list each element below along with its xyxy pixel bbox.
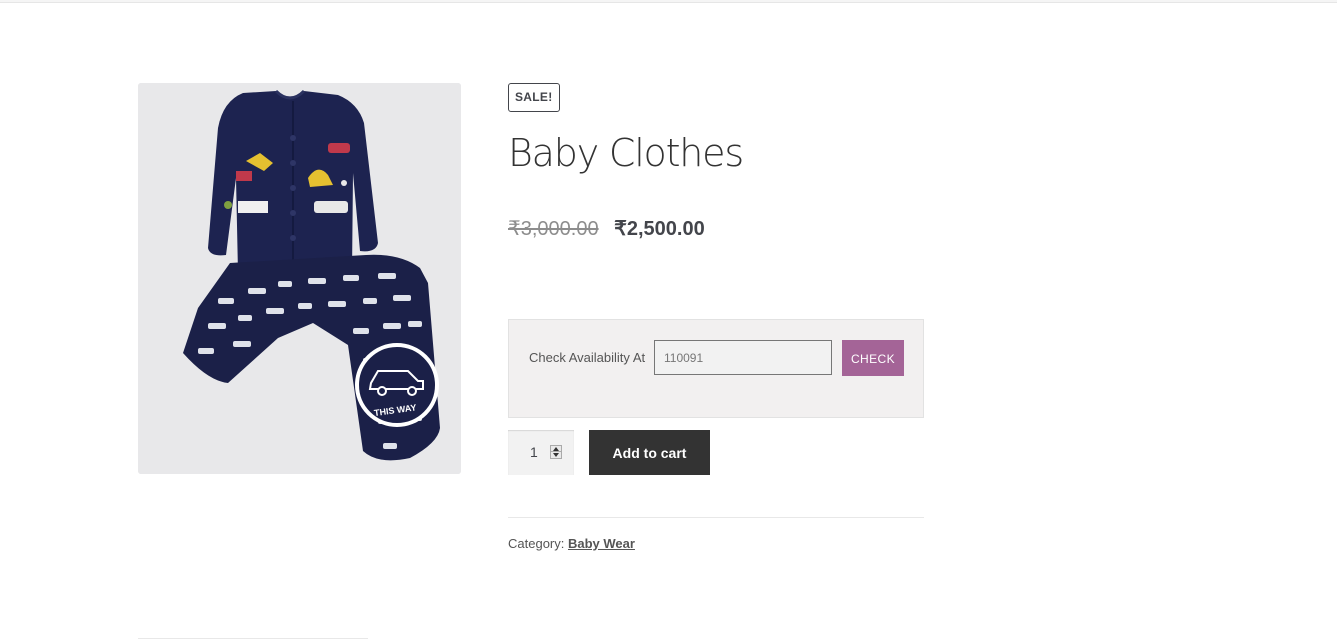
quantity-stepper[interactable]: 1 bbox=[508, 430, 574, 475]
category-label: Category: bbox=[508, 536, 565, 551]
product-image[interactable]: THIS WAY bbox=[138, 83, 461, 474]
spinner-down-icon[interactable] bbox=[553, 453, 559, 457]
product-meta: Category: Baby Wear bbox=[508, 536, 635, 551]
product-title: Baby Clothes bbox=[508, 131, 744, 175]
check-button[interactable]: CHECK bbox=[842, 340, 904, 376]
availability-checker: Check Availability At CHECK bbox=[508, 319, 924, 418]
sale-price: ₹2,500.00 bbox=[614, 218, 705, 240]
spinner-divider bbox=[551, 451, 561, 452]
add-to-cart-form: 1 Add to cart bbox=[508, 430, 928, 476]
regular-price: ₹3,000.00 bbox=[508, 218, 599, 240]
category-link[interactable]: Baby Wear bbox=[568, 536, 635, 551]
price: ₹3,000.00 ₹2,500.00 bbox=[508, 216, 705, 241]
quantity-spinner-icon[interactable] bbox=[550, 445, 562, 459]
meta-divider bbox=[508, 517, 924, 518]
sale-badge: SALE! bbox=[508, 83, 560, 112]
tabs-divider bbox=[138, 638, 368, 639]
header-divider bbox=[0, 0, 1337, 3]
pincode-input[interactable] bbox=[654, 340, 832, 375]
add-to-cart-button[interactable]: Add to cart bbox=[589, 430, 710, 475]
availability-label: Check Availability At bbox=[529, 350, 646, 365]
quantity-value[interactable]: 1 bbox=[530, 444, 538, 460]
product-photo: THIS WAY bbox=[138, 83, 461, 474]
